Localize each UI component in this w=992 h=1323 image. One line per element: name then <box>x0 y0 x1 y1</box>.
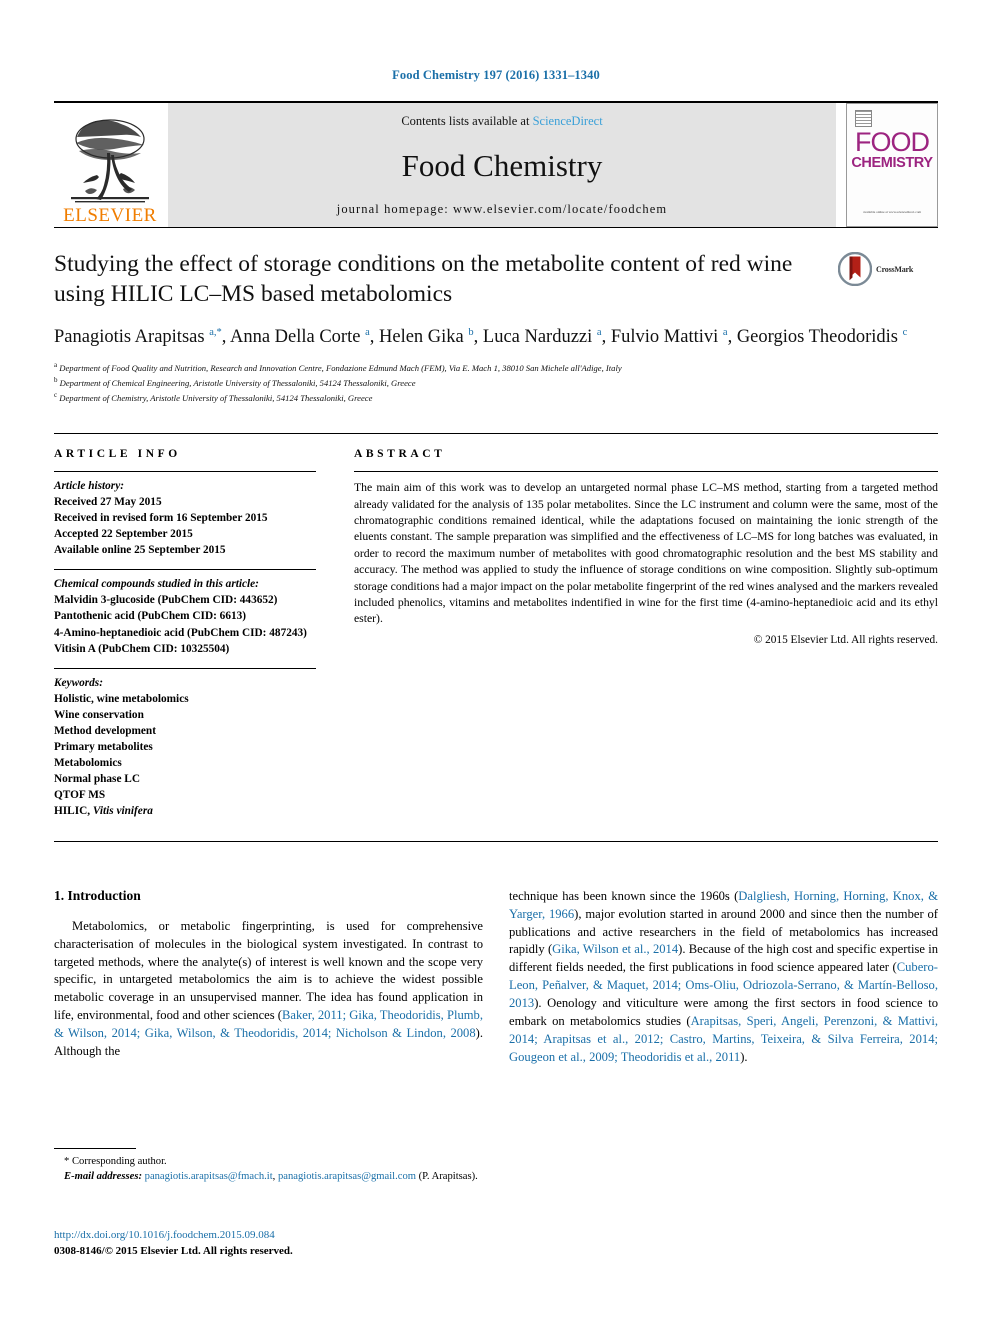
chemical-compound-item: Vitisin A (PubChem CID: 10325504) <box>54 642 230 655</box>
journal-homepage[interactable]: journal homepage: www.elsevier.com/locat… <box>337 202 667 217</box>
corresponding-author-line: * Corresponding author. <box>54 1155 494 1170</box>
introduction-paragraph-right: technique has been known since the 1960s… <box>509 888 939 1064</box>
running-head: Food Chemistry 197 (2016) 1331–1340 <box>392 68 600 82</box>
journal-cover-thumbnail: FOOD CHEMISTRY available online at www.s… <box>846 103 938 227</box>
section-divider <box>54 840 938 842</box>
keyword-item: QTOF MS <box>54 788 106 801</box>
citation-link[interactable]: Cubero-Leon, Peñalver, & Maquet, 2014; O… <box>509 960 938 1010</box>
author-list: Panagiotis Arapitsas a,*, Anna Della Cor… <box>54 327 908 348</box>
cover-footer-text: available online at www.sciencedirect.co… <box>862 210 922 215</box>
email-suffix: (P. Arapitsas). <box>415 1170 478 1182</box>
keywords-items: Holistic, wine metabolomics Wine conserva… <box>54 691 316 819</box>
article-history-item: Accepted 22 September 2015 <box>54 528 193 541</box>
elsevier-wordmark: ELSEVIER <box>63 205 157 226</box>
chemical-compounds-items: Malvidin 3-glucoside (PubChem CID: 44365… <box>54 592 316 656</box>
masthead-center: Contents lists available at ScienceDirec… <box>168 103 836 227</box>
article-history-block: Article history: Received 27 May 2015 Rec… <box>54 472 316 558</box>
contents-prefix: Contents lists available at <box>401 114 533 128</box>
chemical-compound-item: Malvidin 3-glucoside (PubChem CID: 44365… <box>54 594 278 607</box>
cover-corner-mark-icon <box>854 110 872 127</box>
crossmark-icon <box>838 252 872 286</box>
article-info-column: ARTICLE INFO Article history: Received 2… <box>54 448 316 819</box>
issn-copyright-line: 0308-8146/© 2015 Elsevier Ltd. All right… <box>54 1244 293 1257</box>
journal-title: Food Chemistry <box>401 148 603 183</box>
keyword-item: Holistic, wine metabolomics <box>54 692 189 705</box>
article-history-label: Article history: <box>54 480 124 493</box>
citation-link[interactable]: Arapitsas, Speri, Angeli, Perenzoni, & M… <box>509 1014 938 1064</box>
crossmark-badge[interactable]: CrossMark <box>838 250 938 309</box>
sciencedirect-link[interactable]: ScienceDirect <box>533 114 603 128</box>
abstract-text: The main aim of this work was to develop… <box>354 481 938 626</box>
email-link-1[interactable]: panagiotis.arapitsas@fmach.it <box>145 1171 273 1182</box>
citation-link[interactable]: Dalgliesh, Horning, Horning, Knox, & Yar… <box>509 889 938 921</box>
cover-title-line1: FOOD <box>855 127 930 157</box>
article-history-item: Received in revised form 16 September 20… <box>54 512 268 525</box>
email-link-2[interactable]: panagiotis.arapitsas@gmail.com <box>278 1171 416 1182</box>
corresponding-author-text: Corresponding author. <box>71 1156 167 1167</box>
keyword-item: Method development <box>54 724 156 737</box>
body-column-right: technique has been known since the 1960s… <box>509 888 938 1067</box>
asterisk-icon: * <box>64 1156 70 1167</box>
abstract-copyright: © 2015 Elsevier Ltd. All rights reserved… <box>753 633 938 646</box>
affiliation-line: b Department of Chemical Engineering, Ar… <box>54 375 416 388</box>
chemical-compounds-block: Chemical compounds studied in this artic… <box>54 570 316 656</box>
elsevier-logo: ELSEVIER <box>54 103 166 227</box>
info-abstract-section: ARTICLE INFO Article history: Received 2… <box>54 433 938 819</box>
affiliation-line: a Department of Food Quality and Nutriti… <box>54 360 622 373</box>
body-columns: 1. Introduction Metabolomics, or metabol… <box>54 888 938 1067</box>
chemical-compounds-label: Chemical compounds studied in this artic… <box>54 578 259 591</box>
keyword-item: Primary metabolites <box>54 740 153 753</box>
elsevier-tree-icon <box>71 119 149 203</box>
doi-link[interactable]: http://dx.doi.org/10.1016/j.foodchem.201… <box>54 1228 293 1244</box>
title-block: Studying the effect of storage condition… <box>54 227 938 309</box>
doi-block: http://dx.doi.org/10.1016/j.foodchem.201… <box>54 1228 293 1260</box>
keyword-item: Normal phase LC <box>54 772 140 785</box>
footnote-block: * Corresponding author. E-mail addresses… <box>54 1148 494 1184</box>
article-history-item: Received 27 May 2015 <box>54 496 162 509</box>
keyword-item: Metabolomics <box>54 756 122 769</box>
footnote-rule <box>54 1148 136 1149</box>
affiliation-list: a Department of Food Quality and Nutriti… <box>54 360 938 406</box>
abstract-heading: ABSTRACT <box>354 448 446 461</box>
body-column-left: 1. Introduction Metabolomics, or metabol… <box>54 888 483 1067</box>
crossmark-label: CrossMark <box>876 265 914 274</box>
citation-link[interactable]: Gika, Wilson et al., 2014 <box>552 942 678 956</box>
chemical-compound-item: 4-Amino-heptanedioic acid (PubChem CID: … <box>54 626 307 639</box>
affiliation-line: c Department of Chemistry, Aristotle Uni… <box>54 391 373 403</box>
journal-masthead: ELSEVIER Contents lists available at Sci… <box>54 101 938 227</box>
article-history-items: Received 27 May 2015 Received in revised … <box>54 494 316 558</box>
keywords-block: Keywords: Holistic, wine metabolomics Win… <box>54 669 316 819</box>
keyword-item: Wine conservation <box>54 708 144 721</box>
cover-title-line2: CHEMISTRY <box>851 154 933 171</box>
email-line: E-mail addresses: panagiotis.arapitsas@f… <box>54 1170 494 1185</box>
introduction-heading: 1. Introduction <box>54 887 141 903</box>
contents-available-line: Contents lists available at ScienceDirec… <box>401 114 602 129</box>
paper-page: Food Chemistry 197 (2016) 1331–1340 ELSE… <box>0 0 992 1323</box>
chemical-compound-item: Pantothenic acid (PubChem CID: 6613) <box>54 610 247 623</box>
abstract-column: ABSTRACT The main aim of this work was t… <box>354 448 938 819</box>
page-title: Studying the effect of storage condition… <box>54 251 793 307</box>
citation-link[interactable]: Baker, 2011; Gika, Theodoridis, Plumb, &… <box>54 1008 483 1040</box>
keywords-label: Keywords: <box>54 676 103 689</box>
article-info-heading: ARTICLE INFO <box>54 448 181 461</box>
keyword-item: HILIC, Vitis vinifera <box>54 804 153 817</box>
article-history-item: Available online 25 September 2015 <box>54 544 226 557</box>
introduction-paragraph-left: Metabolomics, or metabolic fingerprintin… <box>54 918 483 1058</box>
email-label: E-mail addresses: <box>64 1170 142 1182</box>
